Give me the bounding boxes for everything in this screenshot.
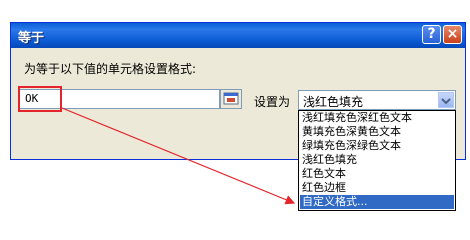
list-item[interactable]: 浅红填充色深红色文本 bbox=[300, 111, 454, 125]
dialog-title: 等于 bbox=[18, 31, 45, 46]
format-select[interactable]: 浅红色填充 bbox=[298, 90, 456, 110]
list-item[interactable]: 红色文本 bbox=[300, 167, 454, 181]
set-as-label: 设置为 bbox=[254, 95, 291, 109]
close-icon[interactable]: × bbox=[443, 25, 462, 44]
list-item[interactable]: 黄填充色深黄色文本 bbox=[300, 125, 454, 139]
format-select-value: 浅红色填充 bbox=[303, 95, 364, 109]
list-item[interactable]: 绿填充色深绿色文本 bbox=[300, 139, 454, 153]
list-item-custom-format[interactable]: 自定义格式... bbox=[300, 195, 454, 209]
chevron-down-icon[interactable] bbox=[438, 92, 454, 108]
help-icon[interactable]: ? bbox=[422, 25, 441, 44]
instruction-label: 为等于以下值的单元格设置格式: bbox=[24, 62, 197, 76]
list-item[interactable]: 红色边框 bbox=[300, 181, 454, 195]
title-bar[interactable]: 等于 ? × bbox=[11, 23, 465, 48]
format-options-list[interactable]: 浅红填充色深红色文本 黄填充色深黄色文本 绿填充色深绿色文本 浅红色填充 红色文… bbox=[298, 110, 456, 211]
value-highlight-box bbox=[18, 86, 62, 112]
list-item[interactable]: 浅红色填充 bbox=[300, 153, 454, 167]
collapse-dialog-button[interactable] bbox=[220, 89, 242, 109]
collapse-dialog-icon bbox=[223, 92, 239, 105]
screenshot-stage: 等于 ? × 为等于以下值的单元格设置格式: OK 设置为 浅红色填充 浅红填充… bbox=[0, 0, 470, 236]
